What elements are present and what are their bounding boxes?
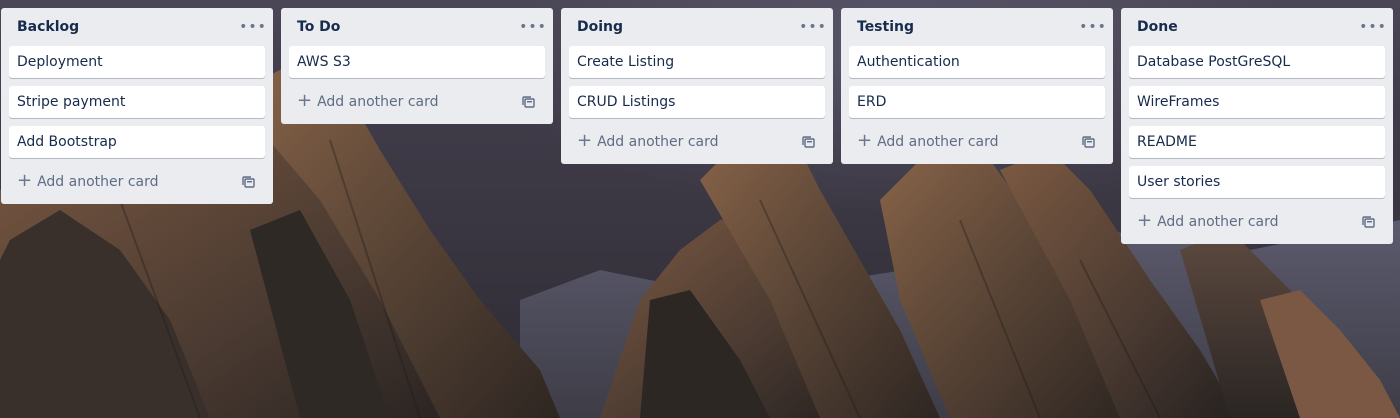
add-card-label: Add another card <box>597 134 719 150</box>
add-card-label: Add another card <box>37 174 159 190</box>
add-card-button[interactable]: + Add another card <box>577 130 719 151</box>
list-to-do: To Do ••• AWS S3 + Add another card <box>281 8 553 124</box>
add-card-row: + Add another card <box>289 86 545 118</box>
list-header: Done ••• <box>1129 8 1386 46</box>
plus-icon: + <box>17 170 33 191</box>
ellipsis-icon[interactable]: ••• <box>519 15 546 39</box>
list-testing: Testing ••• Authentication ERD + Add ano… <box>841 8 1113 164</box>
list-header: Testing ••• <box>849 8 1106 46</box>
add-card-row: + Add another card <box>9 166 265 198</box>
plus-icon: + <box>577 130 593 151</box>
ellipsis-icon[interactable]: ••• <box>799 15 826 39</box>
list-header: Doing ••• <box>569 8 826 46</box>
card[interactable]: Stripe payment <box>9 86 265 118</box>
add-card-button[interactable]: + Add another card <box>17 170 159 191</box>
list-title[interactable]: Doing <box>577 19 623 35</box>
list-title[interactable]: Backlog <box>17 19 79 35</box>
board: Backlog ••• Deployment Stripe payment Ad… <box>0 0 1400 418</box>
add-card-label: Add another card <box>1157 214 1279 230</box>
card-template-icon[interactable] <box>237 171 259 193</box>
add-card-label: Add another card <box>317 94 439 110</box>
card[interactable]: Add Bootstrap <box>9 126 265 158</box>
card[interactable]: Authentication <box>849 46 1105 78</box>
card[interactable]: Create Listing <box>569 46 825 78</box>
list-title[interactable]: Testing <box>857 19 914 35</box>
plus-icon: + <box>857 130 873 151</box>
card[interactable]: README <box>1129 126 1385 158</box>
plus-icon: + <box>297 90 313 111</box>
card-template-icon[interactable] <box>517 91 539 113</box>
list-header: Backlog ••• <box>9 8 266 46</box>
list-doing: Doing ••• Create Listing CRUD Listings +… <box>561 8 833 164</box>
add-card-button[interactable]: + Add another card <box>857 130 999 151</box>
plus-icon: + <box>1137 210 1153 231</box>
list-header: To Do ••• <box>289 8 546 46</box>
card[interactable]: CRUD Listings <box>569 86 825 118</box>
card-template-icon[interactable] <box>1077 131 1099 153</box>
list-title[interactable]: Done <box>1137 19 1178 35</box>
list-backlog: Backlog ••• Deployment Stripe payment Ad… <box>1 8 273 204</box>
ellipsis-icon[interactable]: ••• <box>1359 15 1386 39</box>
ellipsis-icon[interactable]: ••• <box>239 15 266 39</box>
ellipsis-icon[interactable]: ••• <box>1079 15 1106 39</box>
add-card-label: Add another card <box>877 134 999 150</box>
card[interactable]: ERD <box>849 86 1105 118</box>
card[interactable]: User stories <box>1129 166 1385 198</box>
list-done: Done ••• Database PostGreSQL WireFrames … <box>1121 8 1393 244</box>
add-card-row: + Add another card <box>569 126 825 158</box>
list-title[interactable]: To Do <box>297 19 340 35</box>
card-template-icon[interactable] <box>1357 211 1379 233</box>
card[interactable]: Deployment <box>9 46 265 78</box>
add-card-button[interactable]: + Add another card <box>297 90 439 111</box>
add-card-row: + Add another card <box>1129 206 1385 238</box>
add-card-row: + Add another card <box>849 126 1105 158</box>
card-template-icon[interactable] <box>797 131 819 153</box>
add-card-button[interactable]: + Add another card <box>1137 210 1279 231</box>
card[interactable]: AWS S3 <box>289 46 545 78</box>
card[interactable]: Database PostGreSQL <box>1129 46 1385 78</box>
card[interactable]: WireFrames <box>1129 86 1385 118</box>
